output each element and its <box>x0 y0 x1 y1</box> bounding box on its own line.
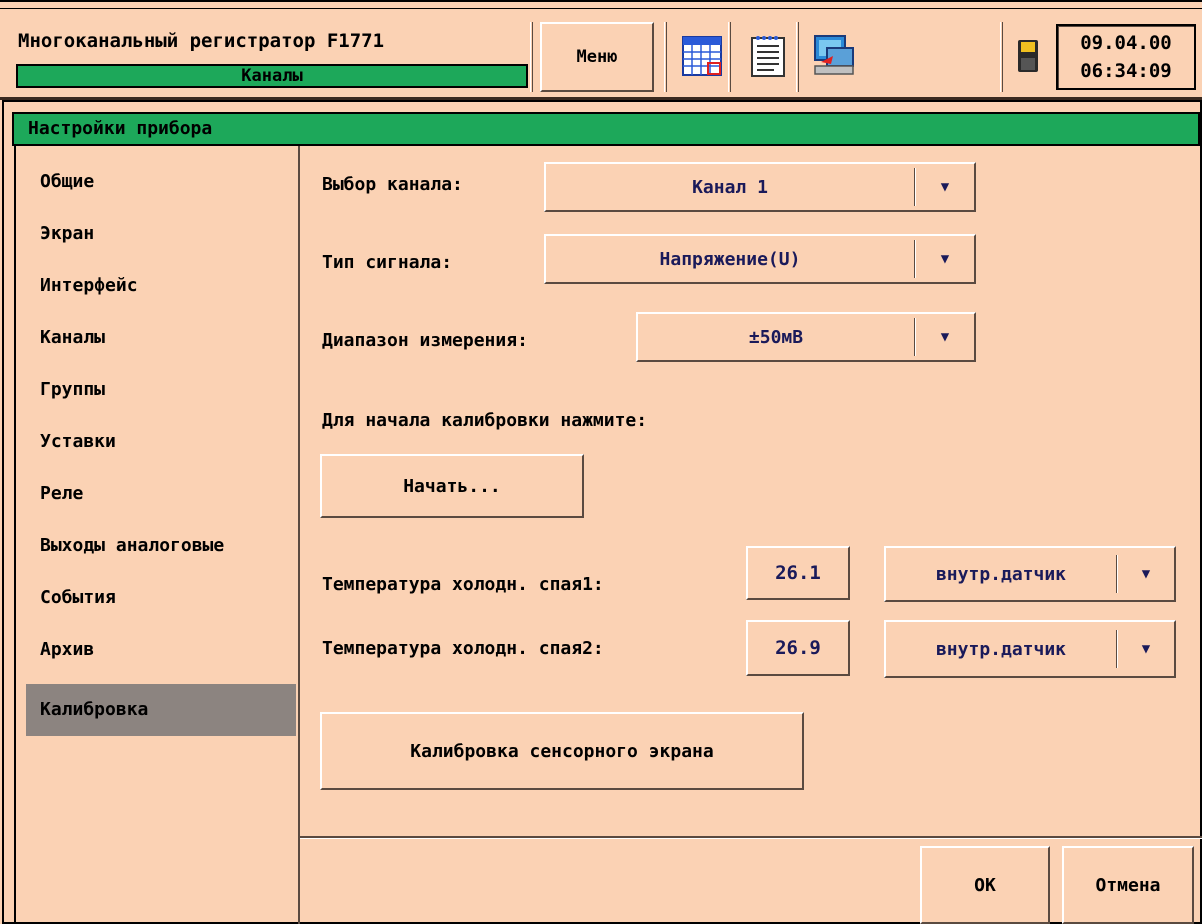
document-icon[interactable] <box>744 24 792 88</box>
cold-junction-1-source-dropdown[interactable]: внутр.датчик ▼ <box>884 546 1176 602</box>
signal-type-value: Напряжение(U) <box>659 248 801 270</box>
nav-item-setpoints[interactable]: Уставки <box>26 416 296 468</box>
nav-item-archive[interactable]: Архив <box>26 624 296 676</box>
chevron-down-icon: ▼ <box>1141 566 1151 582</box>
header-separator <box>664 22 667 92</box>
chevron-down-icon: ▼ <box>940 179 950 195</box>
nav-item-relays[interactable]: Реле <box>26 468 296 520</box>
channel-select-label: Выбор канала: <box>322 174 463 195</box>
measurement-range-dropdown[interactable]: ±50мВ ▼ <box>636 312 976 362</box>
header-separator <box>796 22 799 92</box>
channel-select-dropdown[interactable]: Канал 1 ▼ <box>544 162 976 212</box>
header-separator <box>728 22 731 92</box>
floppy-disk-icon[interactable] <box>1006 24 1050 88</box>
start-calibration-button[interactable]: Начать... <box>320 454 584 518</box>
app-title: Многоканальный регистратор F1771 <box>18 30 385 52</box>
cold-junction-1-value[interactable]: 26.1 <box>746 546 850 600</box>
cold-junction-2-source-dropdown[interactable]: внутр.датчик ▼ <box>884 620 1176 678</box>
date-time-display: 09.04.00 06:34:09 <box>1056 24 1196 90</box>
calibration-prompt: Для начала калибровки нажмите: <box>322 410 648 431</box>
channel-select-value: Канал 1 <box>692 176 768 198</box>
measurement-range-value: ±50мВ <box>748 326 804 348</box>
header-separator <box>530 22 533 92</box>
computer-icon[interactable] <box>810 24 858 88</box>
cold-junction-1-source-value: внутр.датчик <box>935 563 1067 585</box>
nav-item-calibration[interactable]: Калибровка <box>26 684 296 736</box>
dialog-footer-separator <box>300 836 1202 839</box>
current-section-bar: Каналы <box>16 64 528 88</box>
header-top-rule <box>0 8 1202 9</box>
recorder-screen: Многоканальный регистратор F1771 Каналы … <box>0 0 1202 924</box>
chevron-down-icon: ▼ <box>940 251 950 267</box>
cold-junction-2-value[interactable]: 26.9 <box>746 620 850 676</box>
date-value: 09.04.00 <box>1080 32 1172 54</box>
settings-nav: Общие Экран Интерфейс Каналы Группы Уста… <box>14 146 300 924</box>
nav-item-analog-outputs[interactable]: Выходы аналоговые <box>26 520 296 572</box>
nav-item-groups[interactable]: Группы <box>26 364 296 416</box>
dialog-title: Настройки прибора <box>12 112 1200 146</box>
cold-junction-2-source-value: внутр.датчик <box>935 638 1067 660</box>
cancel-button[interactable]: Отмена <box>1062 846 1194 924</box>
ok-button[interactable]: OK <box>920 846 1050 924</box>
menu-button[interactable]: Меню <box>540 22 654 92</box>
nav-item-channels[interactable]: Каналы <box>26 312 296 364</box>
header-separator <box>1000 22 1003 92</box>
chevron-down-icon: ▼ <box>1141 641 1151 657</box>
nav-item-interface[interactable]: Интерфейс <box>26 260 296 312</box>
time-value: 06:34:09 <box>1080 60 1172 82</box>
nav-item-general[interactable]: Общие <box>26 156 296 208</box>
table-icon[interactable] <box>678 24 726 88</box>
nav-item-events[interactable]: События <box>26 572 296 624</box>
cold-junction-2-label: Температура холодн. спая2: <box>322 638 604 659</box>
measurement-range-label: Диапазон измерения: <box>322 330 528 351</box>
nav-item-screen[interactable]: Экран <box>26 208 296 260</box>
touch-screen-calibration-button[interactable]: Калибровка сенсорного экрана <box>320 712 804 790</box>
header-top-border <box>0 0 1202 2</box>
cold-junction-1-label: Температура холодн. спая1: <box>322 574 604 595</box>
chevron-down-icon: ▼ <box>940 329 950 345</box>
signal-type-dropdown[interactable]: Напряжение(U) ▼ <box>544 234 976 284</box>
signal-type-label: Тип сигнала: <box>322 252 453 273</box>
